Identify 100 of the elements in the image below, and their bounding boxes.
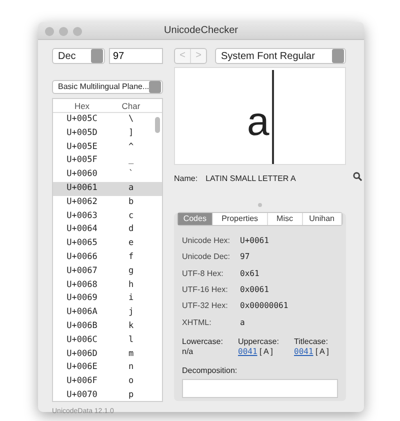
case-label: Uppercase:: [238, 336, 280, 347]
stepper-icon: [91, 49, 103, 63]
table-cell-text: U+005D: [66, 126, 98, 140]
table-cell-text: `: [127, 168, 135, 182]
table-cell-text: n: [127, 361, 135, 374]
table-cell-text: c: [127, 210, 135, 223]
table-cell-text: _: [127, 154, 135, 168]
table-cell-text: j: [127, 306, 135, 320]
decomposition-label: Decomposition:: [182, 364, 238, 377]
decomposition-field[interactable]: [182, 378, 338, 398]
table-cell-text: h: [127, 278, 135, 292]
stepper-icon: [332, 49, 344, 63]
case-label: Lowercase:: [182, 336, 224, 347]
field-value: 0x61: [240, 268, 260, 280]
table-row[interactable]: U+0064 d: [53, 223, 162, 238]
table-cell-text: a: [127, 182, 135, 195]
table-cell-text: U+005F: [66, 154, 98, 168]
table-cell-text: U+0063: [66, 210, 98, 223]
table-row[interactable]: U+005E ^: [53, 140, 162, 154]
table-row[interactable]: U+006A j: [53, 306, 162, 320]
table-cell-text: U+005E: [66, 140, 98, 154]
field-label: Unicode Hex:: [182, 235, 232, 248]
table-cell-text: U+0070: [66, 388, 98, 401]
name-value: LATIN SMALL LETTER A: [206, 173, 296, 185]
table-cell-text: U+0062: [66, 196, 98, 209]
table-row[interactable]: U+006E n: [53, 361, 162, 376]
table-cell-text: U+0065: [66, 237, 98, 250]
minimize-button[interactable]: [59, 27, 68, 36]
table-cell-text: k: [127, 320, 135, 333]
plane-select[interactable]: Basic Multilingual Plane...: [52, 80, 163, 94]
name-label: Name:: [174, 173, 198, 185]
column-header[interactable]: Hex: [53, 99, 111, 112]
table-cell-text: b: [127, 196, 135, 209]
field-value: 0x00000061: [240, 300, 288, 312]
table-row[interactable]: U+005D ]: [53, 126, 162, 141]
table-cell-text: U+006E: [66, 361, 98, 374]
close-button[interactable]: [45, 27, 54, 36]
table-cell-text: g: [127, 264, 135, 278]
table-row[interactable]: U+0065 e: [53, 237, 162, 251]
field-value: 97: [240, 251, 250, 264]
font-select[interactable]: System Font Regular: [215, 48, 346, 64]
field-label: UTF-8 Hex:: [182, 268, 224, 280]
table-row[interactable]: U+0061 a: [53, 182, 162, 196]
field-value: 0x0061: [240, 284, 269, 296]
scrollbar-thumb[interactable]: [155, 117, 160, 133]
table-row[interactable]: U+0068 h: [53, 278, 162, 292]
column-header[interactable]: Char: [111, 99, 151, 112]
case-value: n/a: [182, 346, 194, 356]
table-cell-text: U+0066: [66, 250, 98, 264]
case-value: [ A ]: [316, 346, 329, 356]
case-label: Titlecase:: [294, 336, 329, 347]
number-field[interactable]: 97: [109, 48, 163, 64]
search-icon[interactable]: [353, 172, 362, 181]
table-row[interactable]: U+005C \: [53, 113, 162, 127]
case-value: [ A ]: [260, 346, 273, 356]
table-cell-text: \: [127, 113, 135, 126]
table-row[interactable]: U+0067 g: [53, 264, 162, 279]
table-cell-text: U+006C: [66, 334, 98, 347]
table-cell-text: p: [127, 388, 135, 401]
split-handle[interactable]: [258, 203, 262, 207]
stepper-icon: [149, 81, 162, 93]
table-cell-text: U+0060: [66, 168, 98, 182]
table-cell-text: U+006B: [66, 320, 98, 333]
table-row[interactable]: U+006B k: [53, 320, 162, 334]
table-cell-text: l: [127, 334, 135, 347]
preview-glyph: a: [247, 102, 270, 142]
field-label: UTF-16 Hex:: [182, 284, 229, 296]
table-cell-text: f: [127, 250, 135, 264]
table-cell-text: m: [127, 348, 135, 361]
field-label: XHTML:: [182, 316, 212, 329]
table-cell-text: ^: [127, 140, 135, 154]
table-row[interactable]: U+0062 b: [53, 196, 162, 210]
table-cell-text: i: [127, 292, 135, 306]
table-cell-text: d: [127, 223, 135, 236]
format-select[interactable]: Dec: [52, 48, 105, 64]
field-label: Unicode Dec:: [182, 251, 232, 264]
table-row[interactable]: U+0063 c: [53, 210, 162, 224]
table-row[interactable]: U+005F _: [53, 154, 162, 168]
table-cell-text: e: [127, 237, 135, 250]
table-cell-text: U+006D: [66, 348, 98, 361]
table-cell-text: U+0064: [66, 223, 98, 236]
table-row[interactable]: U+006F o: [53, 375, 162, 389]
table-row[interactable]: U+0060 `: [53, 168, 162, 182]
table-cell-text: U+0069: [66, 292, 98, 306]
table-row[interactable]: U+0069 i: [53, 292, 162, 306]
zoom-button[interactable]: [73, 27, 82, 36]
table-cell-text: o: [127, 375, 135, 388]
table-row[interactable]: U+0066 f: [53, 250, 162, 265]
table-cell-text: U+006F: [66, 375, 98, 388]
table-cell-text: U+005C: [66, 113, 98, 126]
window-title: UnicodeChecker: [164, 24, 238, 38]
table-cell-text: U+0061: [66, 182, 98, 195]
table-row[interactable]: U+006C l: [53, 334, 162, 348]
table-cell-text: U+0067: [66, 264, 98, 278]
case-link[interactable]: 0041: [294, 346, 314, 356]
table-row[interactable]: U+006D m: [53, 348, 162, 362]
table-row[interactable]: U+0070 p: [53, 388, 162, 401]
table-cell-text: ]: [127, 126, 135, 140]
case-link[interactable]: 0041: [238, 346, 258, 356]
field-value: a: [240, 316, 245, 329]
